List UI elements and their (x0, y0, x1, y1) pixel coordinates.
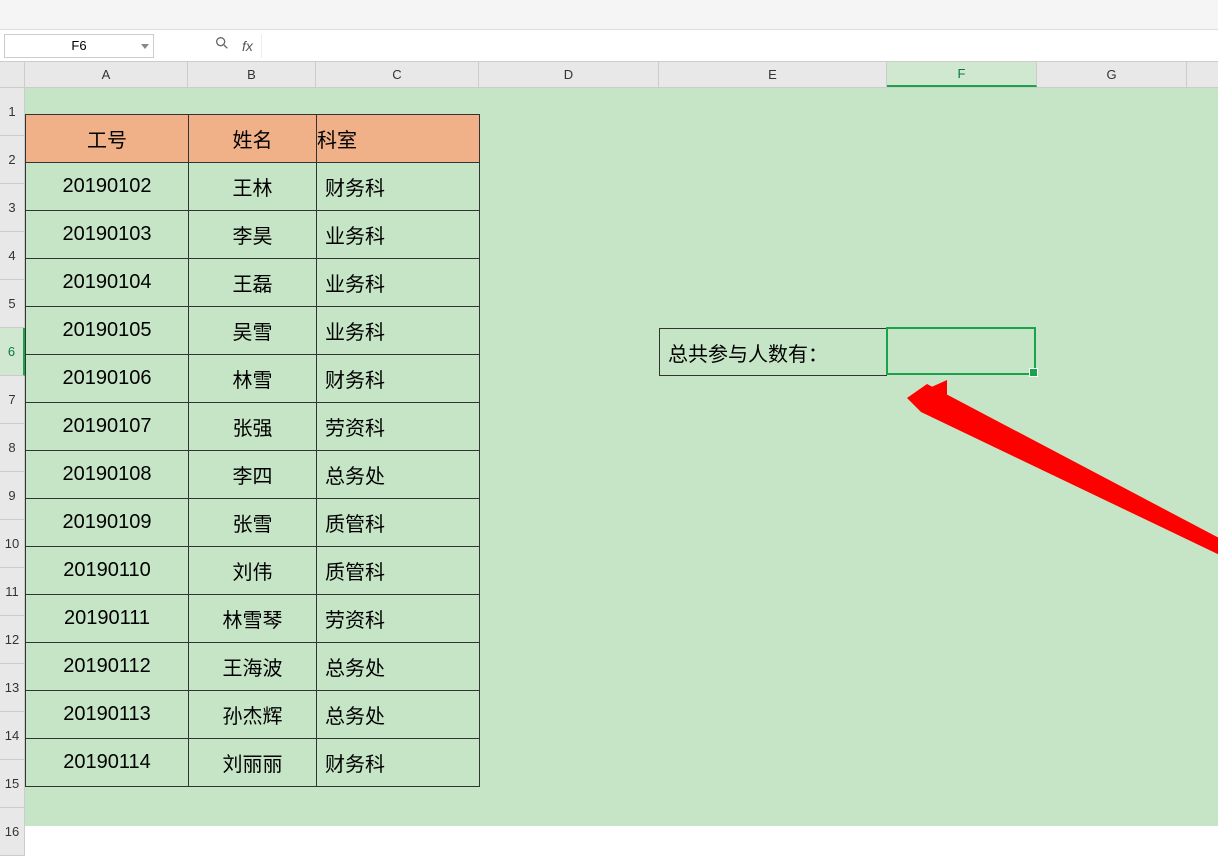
table-row: 20190110刘伟质管科 (26, 547, 480, 595)
cell-dept[interactable]: 总务处 (317, 691, 480, 739)
table-row: 20190106林雪财务科 (26, 355, 480, 403)
cell-name[interactable]: 李四 (189, 451, 317, 499)
cell-id[interactable]: 20190108 (26, 451, 189, 499)
table-row: 20190109张雪质管科 (26, 499, 480, 547)
row-header-2[interactable]: 2 (0, 136, 24, 184)
cell-id[interactable]: 20190114 (26, 739, 189, 787)
col-header-C[interactable]: C (316, 62, 479, 87)
table-row: 20190104王磊业务科 (26, 259, 480, 307)
formula-bar: F6 fx (0, 30, 1218, 62)
cell-name[interactable]: 林雪 (189, 355, 317, 403)
row-header-3[interactable]: 3 (0, 184, 24, 232)
cell-dept[interactable]: 劳资科 (317, 403, 480, 451)
cell-id[interactable]: 20190113 (26, 691, 189, 739)
table-header-row: 工号 姓名 科室 (26, 115, 480, 163)
cell-id[interactable]: 20190107 (26, 403, 189, 451)
cell-dept[interactable]: 总务处 (317, 451, 480, 499)
row-header-15[interactable]: 15 (0, 760, 24, 808)
header-name[interactable]: 姓名 (189, 115, 317, 163)
cell-id[interactable]: 20190105 (26, 307, 189, 355)
row-header-5[interactable]: 5 (0, 280, 24, 328)
cell-name[interactable]: 刘伟 (189, 547, 317, 595)
cell-name[interactable]: 张雪 (189, 499, 317, 547)
row-header-4[interactable]: 4 (0, 232, 24, 280)
cell-name[interactable]: 张强 (189, 403, 317, 451)
cell-name[interactable]: 李昊 (189, 211, 317, 259)
cell-name[interactable]: 孙杰辉 (189, 691, 317, 739)
row-header-7[interactable]: 7 (0, 376, 24, 424)
col-header-E[interactable]: E (659, 62, 887, 87)
name-box-text: F6 (71, 38, 86, 53)
row-header-11[interactable]: 11 (0, 568, 24, 616)
active-cell-F6[interactable] (886, 327, 1036, 375)
header-id[interactable]: 工号 (26, 115, 189, 163)
name-box[interactable]: F6 (4, 34, 154, 58)
cell-name[interactable]: 刘丽丽 (189, 739, 317, 787)
table-row: 20190102王林财务科 (26, 163, 480, 211)
row-headers: 12345678910111213141516 (0, 88, 25, 856)
cell-id[interactable]: 20190109 (26, 499, 189, 547)
cell-dept[interactable]: 财务科 (317, 355, 480, 403)
col-header-D[interactable]: D (479, 62, 659, 87)
search-icon[interactable] (214, 35, 236, 56)
cell-id[interactable]: 20190111 (26, 595, 189, 643)
spreadsheet-grid[interactable]: 12345678910111213141516 ABCDEFG 工号 姓名 科室… (0, 62, 1218, 826)
cell-dept[interactable]: 质管科 (317, 547, 480, 595)
cell-id[interactable]: 20190104 (26, 259, 189, 307)
cell-id[interactable]: 20190102 (26, 163, 189, 211)
cell-dept[interactable]: 质管科 (317, 499, 480, 547)
table-row: 20190103李昊业务科 (26, 211, 480, 259)
col-header-B[interactable]: B (188, 62, 316, 87)
annotation-arrow (877, 368, 1218, 618)
table-row: 20190113孙杰辉总务处 (26, 691, 480, 739)
data-table: 工号 姓名 科室 20190102王林财务科20190103李昊业务科20190… (25, 114, 480, 787)
table-row: 20190112王海波总务处 (26, 643, 480, 691)
col-header-G[interactable]: G (1037, 62, 1187, 87)
cell-id[interactable]: 20190112 (26, 643, 189, 691)
header-dept[interactable]: 科室 (317, 115, 480, 163)
ribbon-placeholder (0, 0, 1218, 30)
cell-name[interactable]: 林雪琴 (189, 595, 317, 643)
fx-icon[interactable]: fx (242, 38, 253, 54)
cell-dept[interactable]: 财务科 (317, 163, 480, 211)
col-header-F[interactable]: F (887, 62, 1037, 87)
cell-dept[interactable]: 业务科 (317, 211, 480, 259)
cell-id[interactable]: 20190106 (26, 355, 189, 403)
column-headers: ABCDEFG (25, 62, 1218, 88)
row-header-16[interactable]: 16 (0, 808, 24, 856)
row-header-12[interactable]: 12 (0, 616, 24, 664)
cell-dept[interactable]: 业务科 (317, 259, 480, 307)
row-header-14[interactable]: 14 (0, 712, 24, 760)
select-all-corner[interactable] (0, 62, 25, 88)
cell-id[interactable]: 20190110 (26, 547, 189, 595)
row-header-10[interactable]: 10 (0, 520, 24, 568)
cell-dept[interactable]: 财务科 (317, 739, 480, 787)
cell-name[interactable]: 王磊 (189, 259, 317, 307)
cell-dept[interactable]: 总务处 (317, 643, 480, 691)
cell-E6-label[interactable]: 总共参与人数有： (659, 328, 887, 376)
cell-name[interactable]: 王林 (189, 163, 317, 211)
formula-input[interactable] (261, 34, 1214, 58)
table-row: 20190108李四总务处 (26, 451, 480, 499)
table-row: 20190114刘丽丽财务科 (26, 739, 480, 787)
table-row: 20190111林雪琴劳资科 (26, 595, 480, 643)
cell-name[interactable]: 王海波 (189, 643, 317, 691)
cell-dept[interactable]: 劳资科 (317, 595, 480, 643)
row-header-6[interactable]: 6 (0, 328, 25, 376)
cell-name[interactable]: 吴雪 (189, 307, 317, 355)
col-header-A[interactable]: A (25, 62, 188, 87)
row-header-13[interactable]: 13 (0, 664, 24, 712)
table-row: 20190105吴雪业务科 (26, 307, 480, 355)
cell-id[interactable]: 20190103 (26, 211, 189, 259)
table-row: 20190107张强劳资科 (26, 403, 480, 451)
row-header-8[interactable]: 8 (0, 424, 24, 472)
cell-dept[interactable]: 业务科 (317, 307, 480, 355)
cell-grid[interactable]: 工号 姓名 科室 20190102王林财务科20190103李昊业务科20190… (25, 88, 1218, 826)
row-header-9[interactable]: 9 (0, 472, 24, 520)
row-header-1[interactable]: 1 (0, 88, 24, 136)
